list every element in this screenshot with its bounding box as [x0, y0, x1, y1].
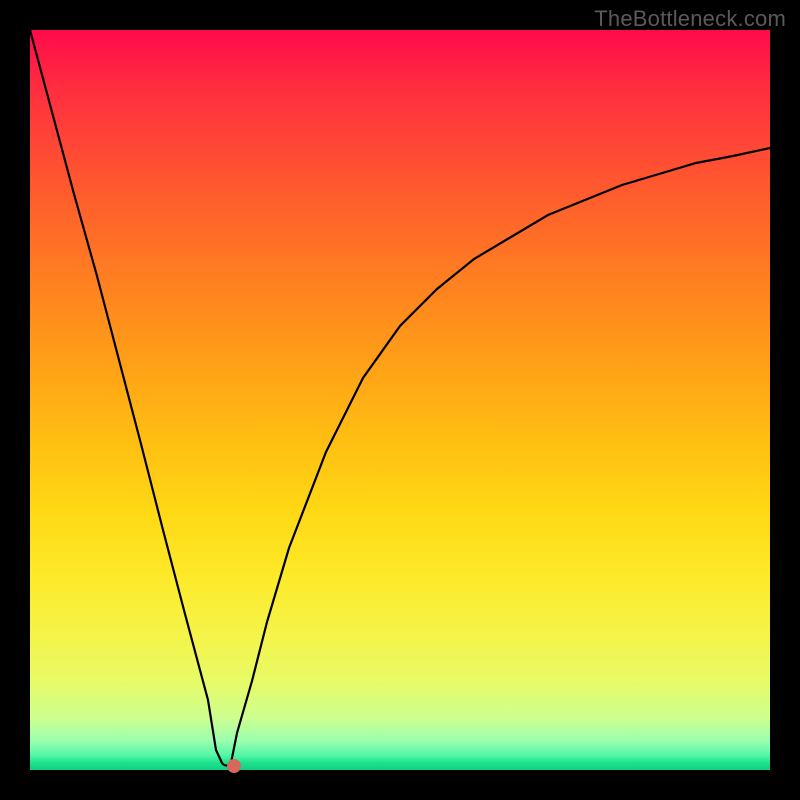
bottleneck-curve-path: [30, 30, 770, 766]
plot-area: [30, 30, 770, 770]
curve-svg: [30, 30, 770, 770]
optimum-marker: [227, 759, 241, 773]
chart-frame: TheBottleneck.com: [0, 0, 800, 800]
watermark-text: TheBottleneck.com: [594, 6, 786, 32]
